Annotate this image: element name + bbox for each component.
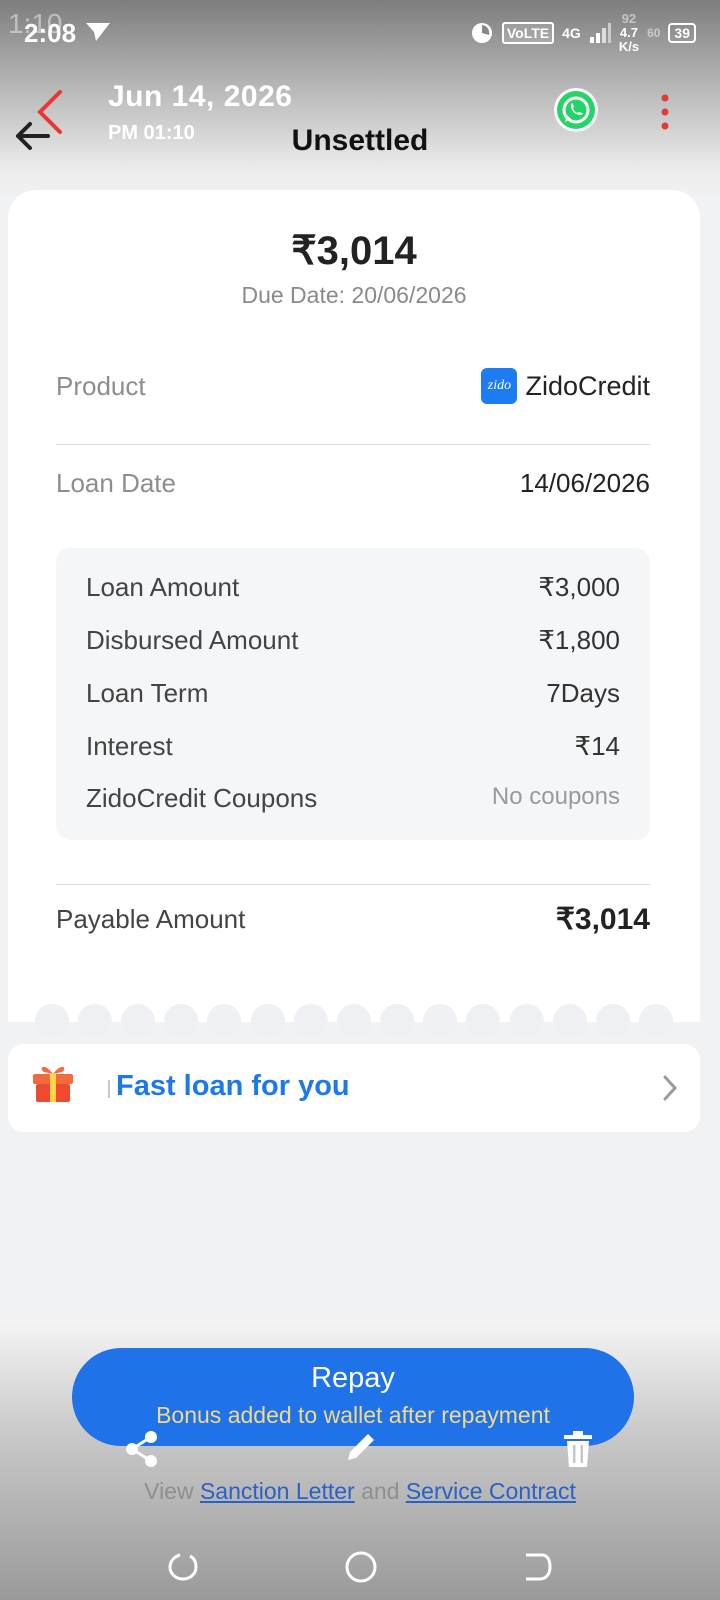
page-title: Unsettled [291,124,429,157]
system-nav-bar [0,1530,720,1600]
status-bar: 1:10 2:08 VoLTE 4G 92 4.7 K/s 60 39 [0,0,720,60]
divider [56,444,650,445]
network-speed: 92 4.7 K/s [619,12,639,54]
network-speed-unit: K/s [618,39,640,54]
fast-loan-banner[interactable]: Fast loan for you [8,1044,700,1132]
repay-button-label: Repay [311,1362,395,1394]
back-nav-icon[interactable] [522,1552,552,1582]
product-name: ZidoCredit [525,370,650,401]
whatsapp-phone-icon [562,96,590,124]
payable-row: Payable Amount ₹3,014 [56,902,650,937]
coupon-value[interactable]: No coupons [492,783,620,814]
detail-row: Disbursed Amount ₹1,800 [86,625,620,656]
promo-separator [108,1080,110,1098]
status-time: 2:08 [24,18,77,48]
detail-value: ₹3,000 [538,572,620,602]
loan-details-box: Loan Amount ₹3,000 Disbursed Amount ₹1,8… [56,548,650,840]
loan-date-value: 14/06/2026 [519,468,650,498]
loan-date-row: Loan Date 14/06/2026 [56,468,650,499]
whatsapp-icon[interactable] [554,88,598,132]
signal-label: 4G [562,25,581,41]
data-saver-icon [471,23,492,43]
edit-pencil-icon[interactable] [344,1430,376,1464]
document-links: View Sanction Letter and Service Contrac… [0,1478,720,1505]
detail-label: Loan Amount [86,572,240,602]
loan-date-label: Loan Date [56,468,176,498]
links-and: and [361,1478,400,1504]
detail-row: ZidoCredit Coupons No coupons [86,783,620,814]
loan-detail-card: ₹3,014 Due Date: 20/06/2026 Product zido… [8,190,700,1022]
chevron-right-icon [663,1075,678,1101]
payable-label: Payable Amount [56,904,246,934]
product-row: Product zido ZidoCredit [56,368,650,404]
share-icon[interactable] [124,1430,160,1468]
payable-value: ₹3,014 [555,903,650,936]
detail-row: Loan Term 7Days [86,678,620,709]
home-icon[interactable] [344,1550,378,1584]
battery-indicator: 39 [668,23,696,43]
detail-value: ₹14 [574,731,620,761]
status-icons: VoLTE 4G 92 4.7 K/s 60 39 [470,12,696,54]
battery-ghost: 60 [647,26,661,40]
detail-label: Disbursed Amount [86,625,299,655]
more-options-icon[interactable] [660,94,670,130]
volte-badge: VoLTE [501,22,555,44]
detail-row: Loan Amount ₹3,000 [86,572,620,603]
detail-label: ZidoCredit Coupons [86,783,318,813]
divider [56,884,650,885]
detail-label: Loan Term [86,678,209,708]
detail-value: 7Days [546,678,620,708]
fast-loan-text: Fast loan for you [116,1070,350,1102]
card-scallop-edge [8,1004,700,1038]
zidocredit-logo-icon: zido [481,368,518,404]
detail-label: Interest [86,731,173,761]
header-date: Jun 14, 2026 [108,80,293,113]
links-prefix: View [144,1478,194,1504]
repay-bonus-text: Bonus added to wallet after repayment [156,1402,550,1428]
gift-icon [33,1066,73,1102]
trash-icon[interactable] [562,1430,594,1468]
due-date: Due Date: 20/06/2026 [241,282,467,308]
detail-row: Interest ₹14 [86,731,620,762]
service-contract-link[interactable]: Service Contract [406,1478,576,1504]
product-value: zido ZidoCredit [481,368,650,404]
total-amount: ₹3,014 [291,229,417,273]
detail-value: ₹1,800 [538,625,620,655]
product-label: Product [56,370,146,401]
recent-apps-icon[interactable] [168,1552,198,1582]
network-speed-value: 4.7 [619,25,638,40]
signal-bars-icon [589,23,611,43]
sanction-letter-link[interactable]: Sanction Letter [200,1478,355,1504]
network-speed-ghost: 92 [621,11,637,26]
navigation-arrow-icon [86,23,110,41]
